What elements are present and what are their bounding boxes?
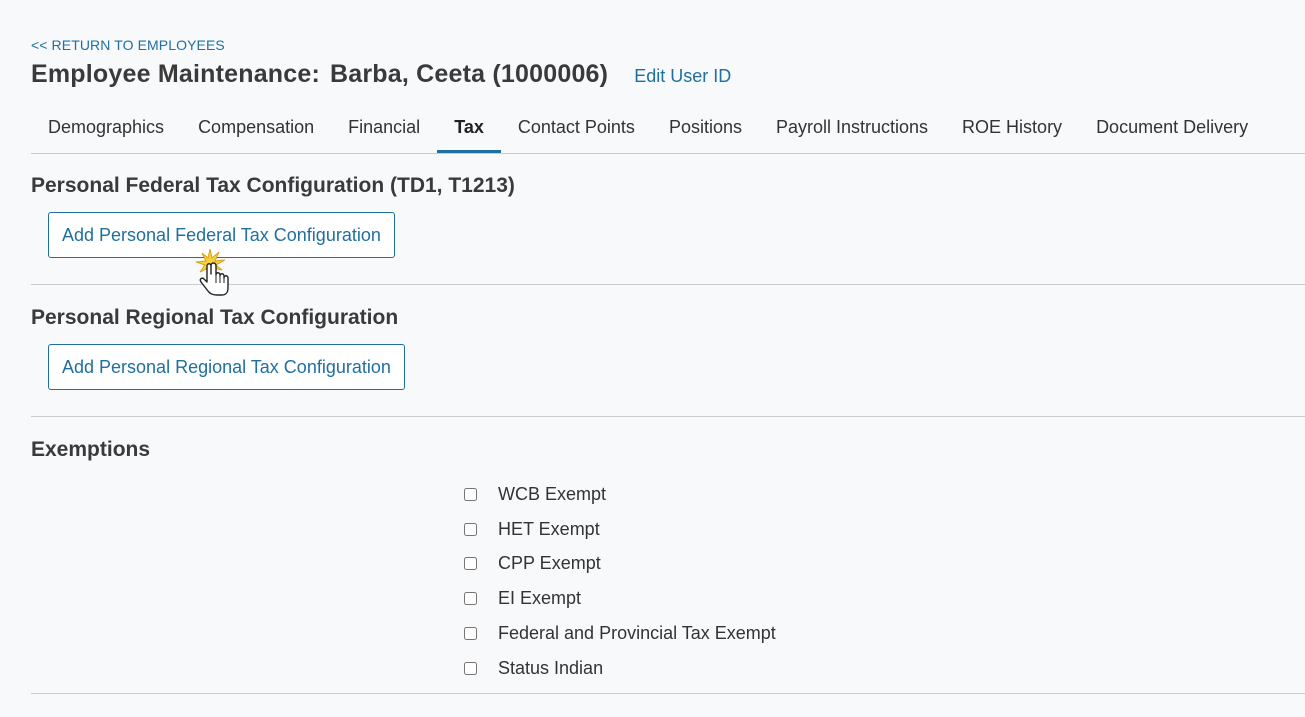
het-exempt-label: HET Exempt xyxy=(498,518,600,539)
exemption-cpp: CPP Exempt xyxy=(464,547,776,582)
tab-contact-points[interactable]: Contact Points xyxy=(501,103,652,151)
federal-tax-section-title: Personal Federal Tax Configuration (TD1,… xyxy=(31,174,515,197)
status-indian-checkbox[interactable] xyxy=(464,661,477,675)
title-row: Employee Maintenance: Barba, Ceeta (10000… xyxy=(31,60,731,89)
section-divider xyxy=(31,416,1305,417)
tab-demographics[interactable]: Demographics xyxy=(31,103,181,151)
tab-tax[interactable]: Tax xyxy=(437,103,501,153)
tab-document-delivery[interactable]: Document Delivery xyxy=(1079,103,1265,151)
ei-exempt-label: EI Exempt xyxy=(498,588,582,609)
exemptions-list: WCB Exempt HET Exempt CPP Exempt EI Exem… xyxy=(464,477,776,686)
cpp-exempt-checkbox[interactable] xyxy=(464,557,477,571)
add-regional-tax-config-button[interactable]: Add Personal Regional Tax Configuration xyxy=(48,344,405,390)
exemption-federal-provincial: Federal and Provincial Tax Exempt xyxy=(464,616,776,651)
hand-pointer-click-icon xyxy=(195,248,229,296)
tab-bar: Demographics Compensation Financial Tax … xyxy=(31,103,1305,154)
regional-tax-section-title: Personal Regional Tax Configuration xyxy=(31,306,399,329)
employee-name: Barba, Ceeta (1000006) xyxy=(330,60,609,88)
wcb-exempt-checkbox[interactable] xyxy=(464,487,477,501)
page-title-prefix: Employee Maintenance: xyxy=(31,60,321,88)
exemption-ei: EI Exempt xyxy=(464,581,776,616)
tab-compensation[interactable]: Compensation xyxy=(181,103,331,151)
tab-payroll-instructions[interactable]: Payroll Instructions xyxy=(759,103,945,151)
ei-exempt-checkbox[interactable] xyxy=(464,592,477,606)
status-indian-label: Status Indian xyxy=(498,657,604,678)
exemption-status-indian: Status Indian xyxy=(464,651,776,686)
federal-provincial-tax-exempt-checkbox[interactable] xyxy=(464,627,477,641)
federal-provincial-tax-exempt-label: Federal and Provincial Tax Exempt xyxy=(498,623,776,644)
wcb-exempt-label: WCB Exempt xyxy=(498,483,607,504)
section-divider xyxy=(31,693,1305,694)
cpp-exempt-label: CPP Exempt xyxy=(498,553,601,574)
tab-positions[interactable]: Positions xyxy=(652,103,759,151)
exemption-het: HET Exempt xyxy=(464,512,776,547)
exemptions-section-title: Exemptions xyxy=(31,438,151,461)
tab-roe-history[interactable]: ROE History xyxy=(945,103,1079,151)
return-to-employees-link[interactable]: << RETURN TO EMPLOYEES xyxy=(31,37,225,53)
tab-financial[interactable]: Financial xyxy=(331,103,437,151)
het-exempt-checkbox[interactable] xyxy=(464,522,477,536)
page-title: Employee Maintenance: Barba, Ceeta (10000… xyxy=(31,60,608,89)
exemption-wcb: WCB Exempt xyxy=(464,477,776,512)
edit-user-id-link[interactable]: Edit User ID xyxy=(634,66,731,87)
